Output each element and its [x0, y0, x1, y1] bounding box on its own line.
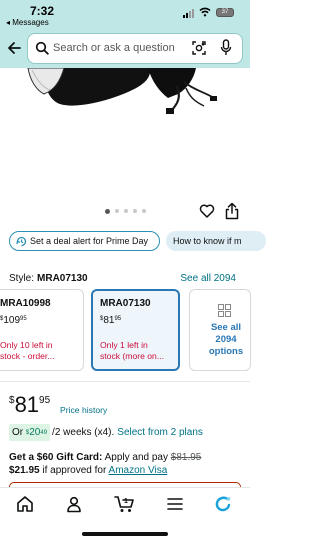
cart-icon[interactable]: 1	[114, 495, 136, 513]
search-placeholder: Search or ask a question	[53, 42, 175, 54]
menu-icon[interactable]	[166, 495, 184, 513]
amazon-visa-link[interactable]: Amazon Visa	[109, 465, 168, 476]
back-to-app-link[interactable]: ◂ Messages	[6, 18, 49, 27]
microphone-icon[interactable]	[220, 39, 232, 57]
installment-term: /2 weeks (x4).	[52, 427, 115, 438]
carousel-dot[interactable]	[114, 209, 119, 213]
variant-sku: MRA07130	[100, 298, 151, 309]
heart-icon[interactable]	[199, 203, 215, 219]
price-history-link[interactable]: Price history	[60, 405, 107, 415]
product-image[interactable]	[0, 68, 250, 200]
carousel-dot[interactable]	[132, 209, 137, 213]
grid-icon	[218, 304, 231, 317]
share-icon[interactable]	[224, 202, 240, 220]
carousel-dot[interactable]	[123, 209, 128, 213]
see-all-styles-link[interactable]: See all 2094	[180, 273, 236, 284]
cart-count-badge: 1	[124, 498, 128, 505]
variant-stock: Only 10 left in stock - order...	[0, 340, 55, 361]
gift-card-offer: Get a $60 Gift Card: Apply and pay $81.9…	[9, 452, 202, 463]
style-selector-row: Style: MRA07130 See all 2094	[9, 273, 241, 287]
home-indicator	[82, 532, 168, 536]
variant-sku: MRA10998	[0, 298, 51, 309]
back-arrow-icon[interactable]	[6, 40, 22, 56]
gift-card-offer-price: $21.95 if approved for Amazon Visa	[9, 465, 168, 476]
rufus-icon[interactable]	[214, 495, 232, 513]
variant-card-selected[interactable]: MRA07130 $8195 Only 1 left in stock (mor…	[91, 289, 180, 371]
variant-stock: Only 1 left in stock (more on...	[100, 340, 164, 361]
see-all-options-card[interactable]: See all 2094 options	[189, 289, 251, 371]
wifi-icon	[199, 7, 211, 17]
variant-card[interactable]: MRA10998 $10995 Only 10 left in stock - …	[0, 289, 84, 371]
deal-alert-icon	[16, 236, 27, 247]
style-label: Style:	[9, 273, 35, 284]
variant-price: $8195	[100, 315, 122, 326]
account-icon[interactable]	[65, 495, 83, 513]
section-divider	[0, 381, 250, 382]
deal-alert-label: Set a deal alert for Prime Day	[30, 236, 149, 246]
home-icon[interactable]	[16, 495, 34, 513]
select-plans-link[interactable]: Select from 2 plans	[117, 427, 203, 438]
deal-alert-chip[interactable]: Set a deal alert for Prime Day	[9, 231, 160, 251]
search-input[interactable]: Search or ask a question	[28, 34, 242, 63]
magnifier-icon	[35, 41, 49, 55]
how-to-know-label: How to know if m	[173, 236, 242, 246]
search-header: Search or ask a question	[0, 30, 250, 68]
status-bar: 7:32 ◂ Messages 37	[0, 0, 250, 30]
camera-lens-icon[interactable]	[191, 40, 207, 56]
style-value: MRA07130	[37, 273, 88, 284]
cellular-signal-icon	[183, 9, 194, 18]
old-price: $81.95	[170, 452, 202, 463]
installment-offer: Or $2049/2 weeks (x4). Select from 2 plan…	[9, 424, 203, 441]
side-mirror-image	[27, 68, 217, 114]
variant-price: $10995	[0, 315, 27, 326]
carousel-dot[interactable]	[104, 208, 110, 214]
clock: 7:32	[30, 4, 55, 18]
carousel-dot[interactable]	[141, 209, 146, 213]
see-all-options-label: See all 2094 options	[208, 322, 244, 357]
battery-icon: 37	[216, 8, 234, 17]
product-price: $8195	[9, 392, 51, 417]
installment-badge: Or $2049	[9, 424, 51, 441]
how-to-know-chip[interactable]: How to know if m	[166, 231, 266, 251]
